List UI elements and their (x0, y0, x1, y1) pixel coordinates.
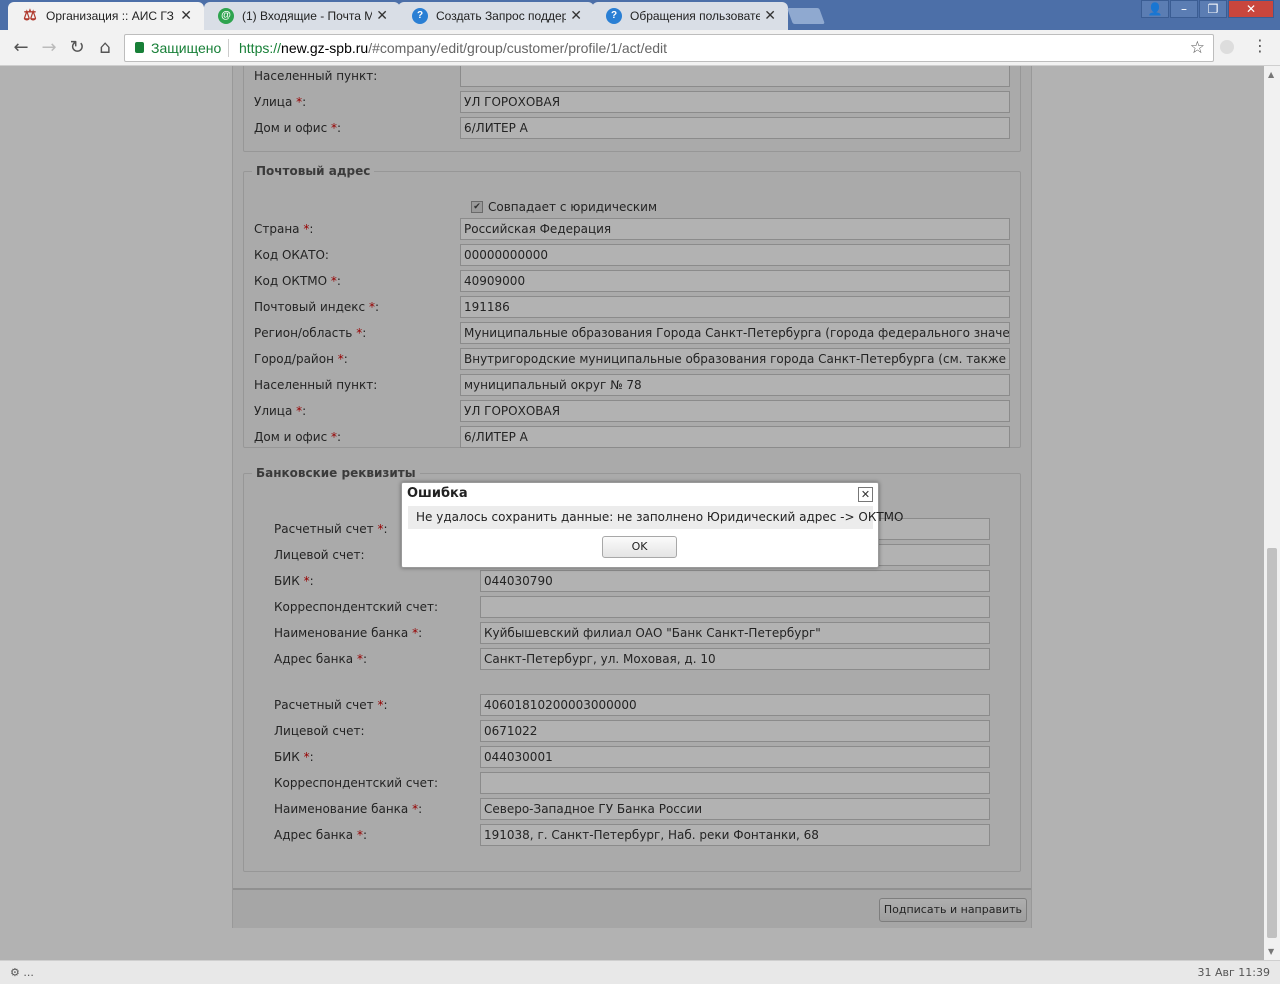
close-icon[interactable]: ✕ (764, 7, 776, 24)
tab-organization[interactable]: ⚖ Организация :: АИС ГЗ ✕ (8, 2, 204, 30)
close-icon[interactable]: ✕ (570, 7, 582, 24)
browser-toolbar: ← → ↻ ⌂ Защищено https://new.gz-spb.ru/#… (0, 30, 1280, 66)
gavel-icon: ⚖ (23, 7, 37, 24)
star-icon[interactable]: ☆ (1190, 38, 1205, 58)
address-bar[interactable]: Защищено https://new.gz-spb.ru/#company/… (124, 34, 1214, 62)
page-viewport: Населенный пункт: Улица *: УЛ ГОРОХОВАЯ … (0, 66, 1264, 960)
error-dialog: Ошибка ✕ Не удалось сохранить данные: не… (401, 482, 903, 568)
tab-mail[interactable]: @ (1) Входящие - Почта Ма ✕ (204, 2, 400, 30)
help-icon: ? (412, 8, 428, 24)
home-icon[interactable]: ⌂ (94, 38, 116, 58)
help-icon: ? (606, 8, 622, 24)
close-icon[interactable]: ✕ (376, 7, 388, 24)
user-icon[interactable]: 👤 (1141, 0, 1169, 18)
url-scheme: https:// (239, 40, 282, 56)
secure-label: Защищено (151, 40, 222, 56)
tab-support-request[interactable]: ? Создать Запрос поддерж ✕ (398, 2, 594, 30)
status-left-text: ⚙ ... (10, 966, 34, 979)
ok-button[interactable]: OK (602, 536, 677, 558)
tab-user-requests[interactable]: ? Обращения пользовате ✕ (592, 2, 788, 30)
maximize-button[interactable]: ❐ (1199, 0, 1227, 18)
forward-arrow-icon[interactable]: → (38, 38, 60, 58)
reload-icon[interactable]: ↻ (66, 38, 88, 58)
tab-label: (1) Входящие - Почта Ма (242, 9, 372, 23)
url-path: /#company/edit/group/customer/profile/1/… (368, 40, 668, 56)
close-icon[interactable]: ✕ (180, 7, 192, 24)
minimize-button[interactable]: – (1170, 0, 1198, 18)
dialog-message: Не удалось сохранить данные: не заполнен… (408, 506, 903, 529)
new-tab-button[interactable] (787, 8, 825, 24)
scroll-down-icon[interactable]: ▼ (1268, 947, 1274, 956)
window-close-button[interactable]: ✕ (1228, 0, 1274, 18)
dialog-title: Ошибка (407, 486, 468, 501)
status-datetime: 31 Авг 11:39 (1197, 966, 1270, 979)
url-text: https://new.gz-spb.ru/#company/edit/grou… (239, 40, 667, 56)
tab-label: Создать Запрос поддерж (436, 9, 566, 23)
status-bar: ⚙ ... 31 Авг 11:39 (0, 960, 1280, 984)
scroll-up-icon[interactable]: ▲ (1268, 70, 1274, 79)
browser-tabstrip: ⚖ Организация :: АИС ГЗ ✕ @ (1) Входящие… (0, 0, 1280, 30)
divider (228, 39, 229, 57)
tab-label: Организация :: АИС ГЗ (46, 9, 174, 23)
url-host: new.gz-spb.ru (281, 40, 369, 56)
lock-icon (135, 42, 144, 53)
vertical-scrollbar[interactable]: ▲ ▼ (1264, 66, 1280, 960)
extension-icon[interactable] (1220, 40, 1234, 54)
menu-dots-icon[interactable]: ⋮ (1252, 36, 1268, 55)
tab-label: Обращения пользовате (630, 9, 760, 23)
mail-icon: @ (218, 8, 234, 24)
window-controls: 👤 – ❐ ✕ (1140, 0, 1274, 18)
back-arrow-icon[interactable]: ← (10, 38, 32, 58)
close-icon[interactable]: ✕ (858, 487, 873, 502)
scrollbar-thumb[interactable] (1267, 548, 1277, 938)
